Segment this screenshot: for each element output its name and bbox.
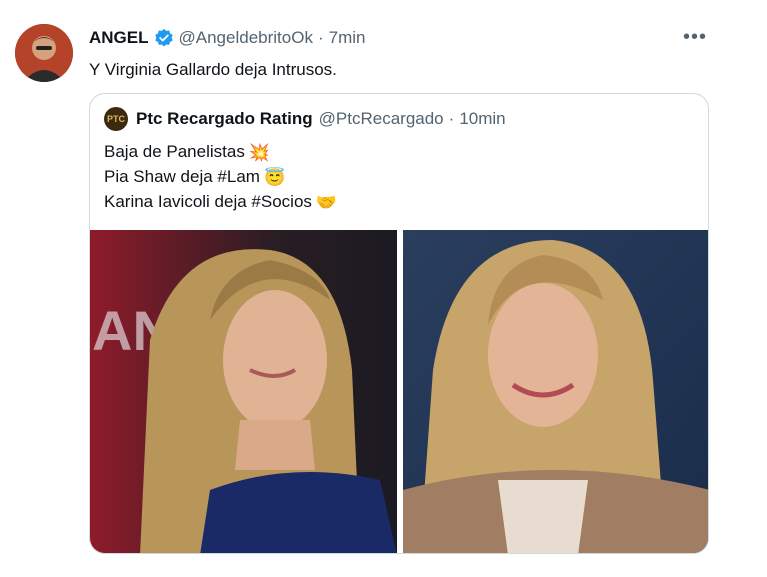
quoted-line: Baja de Panelistas 💥 — [104, 142, 270, 163]
halo-face-icon: 😇 — [263, 167, 286, 187]
photo-right[interactable] — [403, 230, 708, 553]
quoted-line-text: Karina Iavicoli deja #Socios — [104, 192, 312, 211]
handshake-icon: 🤝 — [315, 192, 338, 212]
quoted-avatar[interactable]: PTC — [104, 107, 128, 131]
author-avatar[interactable] — [15, 24, 73, 82]
photo-left[interactable]: AN — [90, 230, 397, 553]
media-grid: AN — [90, 230, 708, 553]
tweet-text: Y Virginia Gallardo deja Intrusos. — [89, 60, 337, 79]
quoted-author-name[interactable]: Ptc Recargado Rating — [136, 109, 313, 129]
quoted-line-text: Baja de Panelistas — [104, 142, 245, 161]
quoted-time[interactable]: 10min — [459, 109, 505, 129]
author-name[interactable]: ANGEL — [89, 28, 149, 48]
verified-badge-icon — [154, 28, 174, 48]
quoted-line: Pia Shaw deja #Lam 😇 — [104, 167, 285, 188]
quoted-separator: · — [448, 109, 455, 128]
author-handle[interactable]: @AngeldebritoOk — [179, 28, 313, 48]
quoted-line: Karina Iavicoli deja #Socios 🤝 — [104, 192, 337, 213]
tweet-time[interactable]: 7min — [329, 28, 366, 48]
quoted-line-text: Pia Shaw deja #Lam — [104, 167, 260, 186]
more-icon[interactable]: ••• — [683, 26, 707, 49]
separator-dot: · — [317, 28, 324, 47]
tweet-header: ANGEL @AngeldebritoOk · 7min — [89, 28, 365, 48]
quoted-handle[interactable]: @PtcRecargado — [319, 109, 444, 129]
collision-icon: 💥 — [248, 142, 270, 162]
quoted-header: PTC Ptc Recargado Rating @PtcRecargado ·… — [104, 107, 506, 131]
quoted-tweet[interactable]: PTC Ptc Recargado Rating @PtcRecargado ·… — [89, 93, 709, 554]
